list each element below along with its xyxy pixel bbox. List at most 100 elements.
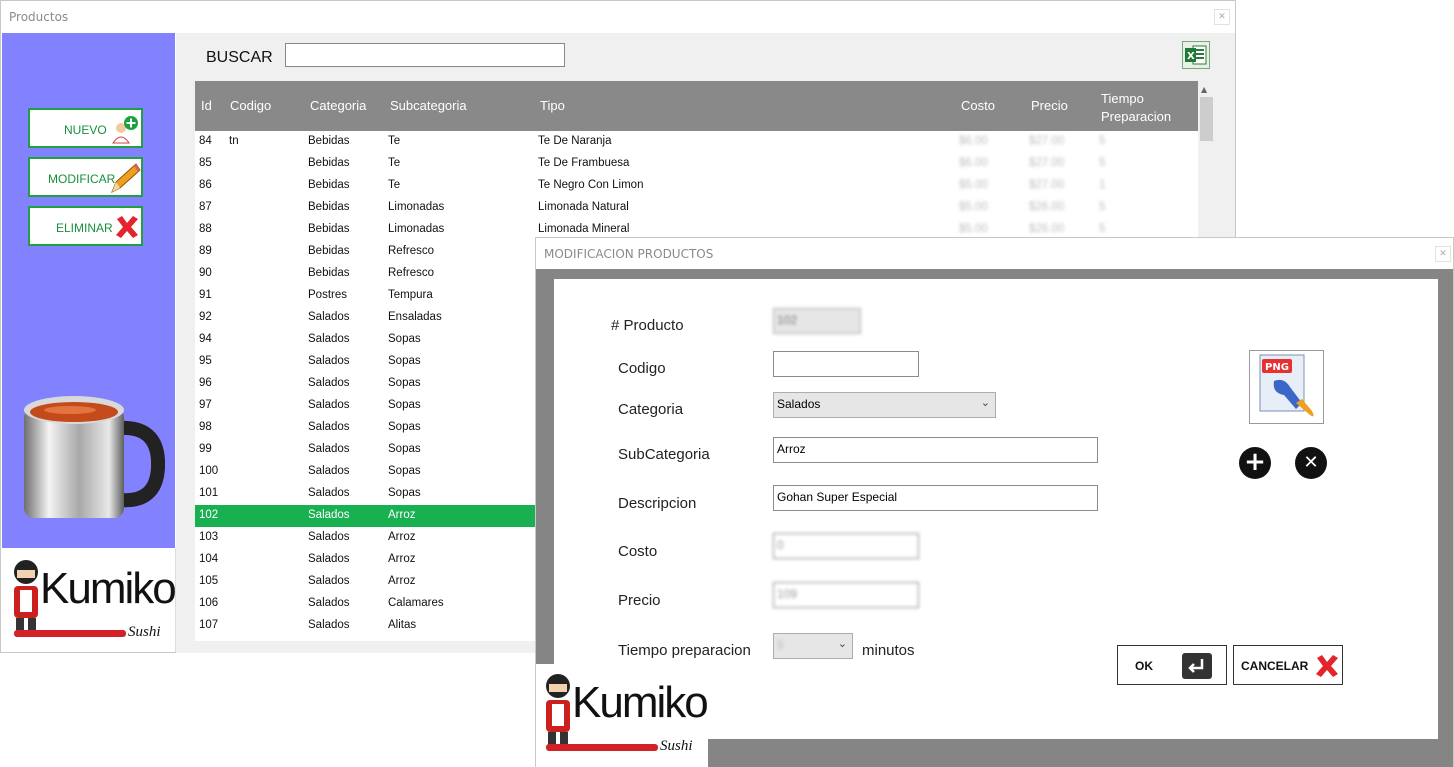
eliminar-button[interactable]: ELIMINAR <box>28 206 143 246</box>
cell-subcategoria: Tempura <box>388 289 433 301</box>
search-label: BUSCAR <box>206 49 273 66</box>
codigo-input[interactable] <box>773 351 919 377</box>
table-row[interactable]: 85 Bebidas Te Te De Frambuesa $6.00 $27.00 5 <box>195 153 1198 175</box>
cell-categoria: Bebidas <box>308 201 350 213</box>
cell-subcategoria: Sopas <box>388 333 421 345</box>
cell-tiempo: 5 <box>1099 157 1106 169</box>
cell-categoria: Salados <box>308 443 350 455</box>
cell-costo: $6.00 <box>959 135 988 147</box>
cell-categoria: Salados <box>308 399 350 411</box>
nuevo-button-label: NUEVO <box>64 123 107 137</box>
table-row[interactable]: 86 Bebidas Te Te Negro Con Limon $5.00 $27.00… <box>195 175 1198 197</box>
dialog-title: MODIFICACION PRODUCTOS <box>544 247 714 261</box>
cell-costo: $5.00 <box>959 201 988 213</box>
dialog-kumiko-logo: Kumiko Sushi <box>536 664 709 767</box>
cell-subcategoria: Sopas <box>388 465 421 477</box>
cell-id: 95 <box>199 355 212 367</box>
cell-codigo: tn <box>229 135 239 147</box>
cell-tiempo: 5 <box>1099 223 1106 235</box>
cell-tiempo: 1 <box>1099 179 1106 191</box>
cell-id: 84 <box>199 135 212 147</box>
cell-precio: $26.00 <box>1029 201 1065 213</box>
producto-label: # Producto <box>611 317 684 334</box>
table-row[interactable]: 84 tn Bebidas Te Te De Naranja $6.00 $27.00 5 <box>195 131 1198 153</box>
cell-costo: $6.00 <box>959 157 988 169</box>
cell-id: 88 <box>199 223 212 235</box>
table-header: Id Codigo Categoria Subcategoria Tipo Co… <box>195 81 1198 131</box>
categoria-select-value: Salados <box>777 397 821 411</box>
table-row[interactable]: 87 Bebidas Limonadas Limonada Natural $5.00 $… <box>195 197 1198 219</box>
ok-button[interactable]: OK <box>1117 645 1227 685</box>
tiempo-select[interactable]: 5 ⌄ <box>773 633 853 659</box>
nuevo-button[interactable]: NUEVO <box>28 108 143 148</box>
precio-input[interactable]: 109 <box>773 582 919 608</box>
cell-categoria: Salados <box>308 619 350 631</box>
header-id: Id <box>201 98 212 113</box>
descripcion-label: Descripcion <box>618 495 697 512</box>
cell-id: 100 <box>199 465 219 477</box>
kumiko-logo-text: Kumiko <box>40 564 177 613</box>
main-window-title: Productos <box>9 10 69 24</box>
add-image-icon[interactable]: + <box>1239 447 1271 479</box>
cell-subcategoria: Arroz <box>388 575 416 587</box>
costo-input[interactable]: 0 <box>773 533 919 559</box>
modificacion-productos-dialog: MODIFICACION PRODUCTOS ✕ # Producto 102 … <box>535 237 1454 767</box>
cancelar-button[interactable]: CANCELAR <box>1233 645 1343 685</box>
svg-text:X: X <box>1187 51 1195 62</box>
header-costo: Costo <box>961 98 995 113</box>
cell-id: 102 <box>199 509 219 521</box>
chevron-down-icon: ⌄ <box>980 397 990 409</box>
remove-image-icon[interactable]: ✕ <box>1295 447 1327 479</box>
cell-subcategoria: Te <box>388 179 401 191</box>
cell-precio: $26.00 <box>1029 223 1065 235</box>
product-image[interactable]: PNG <box>1249 350 1324 424</box>
kumiko-logo-bar <box>546 744 658 751</box>
tea-mug-illustration <box>24 396 165 518</box>
cell-costo: $5.00 <box>959 179 988 191</box>
search-input[interactable] <box>285 43 565 67</box>
costo-label: Costo <box>618 543 658 560</box>
cell-categoria: Salados <box>308 509 350 521</box>
descripcion-input[interactable]: Gohan Super Especial <box>773 485 1098 511</box>
cancelar-button-label: CANCELAR <box>1241 659 1309 673</box>
codigo-label: Codigo <box>618 360 666 377</box>
categoria-select[interactable]: Salados ⌄ <box>773 392 996 418</box>
cell-categoria: Bebidas <box>308 135 350 147</box>
subcategoria-input[interactable]: Arroz <box>773 437 1098 463</box>
cell-costo: $5.00 <box>959 223 988 235</box>
excel-export-icon[interactable]: X <box>1182 41 1210 69</box>
cell-subcategoria: Sopas <box>388 443 421 455</box>
cell-id: 87 <box>199 201 212 213</box>
scroll-up-icon[interactable]: ▲ <box>1201 85 1207 94</box>
cell-categoria: Salados <box>308 487 350 499</box>
header-subcategoria: Subcategoria <box>390 98 467 113</box>
cell-categoria: Salados <box>308 355 350 367</box>
cell-tipo: Limonada Mineral <box>538 223 630 235</box>
cell-tiempo: 5 <box>1099 135 1106 147</box>
cell-subcategoria: Te <box>388 157 401 169</box>
cell-id: 94 <box>199 333 212 345</box>
cell-id: 107 <box>199 619 219 631</box>
png-file-icon: PNG <box>1259 354 1314 417</box>
scroll-thumb[interactable] <box>1200 97 1213 141</box>
cell-categoria: Salados <box>308 531 350 543</box>
cell-categoria: Bebidas <box>308 179 350 191</box>
modificar-button[interactable]: MODIFICAR <box>28 157 143 197</box>
cell-subcategoria: Ensaladas <box>388 311 442 323</box>
precio-label: Precio <box>618 592 661 609</box>
cell-subcategoria: Limonadas <box>388 201 445 213</box>
modificar-button-label: MODIFICAR <box>48 172 116 186</box>
main-close-icon[interactable]: ✕ <box>1214 9 1230 25</box>
cell-categoria: Salados <box>308 575 350 587</box>
dialog-close-icon[interactable]: ✕ <box>1435 246 1451 262</box>
cell-categoria: Bebidas <box>308 157 350 169</box>
eliminar-button-label: ELIMINAR <box>56 221 113 235</box>
cell-tipo: Te De Naranja <box>538 135 612 147</box>
delete-x-icon <box>116 216 138 238</box>
header-codigo: Codigo <box>230 98 272 113</box>
png-badge: PNG <box>1265 362 1289 373</box>
cell-subcategoria: Sopas <box>388 377 421 389</box>
cell-categoria: Salados <box>308 377 350 389</box>
enter-icon <box>1182 653 1212 679</box>
cell-subcategoria: Sopas <box>388 399 421 411</box>
